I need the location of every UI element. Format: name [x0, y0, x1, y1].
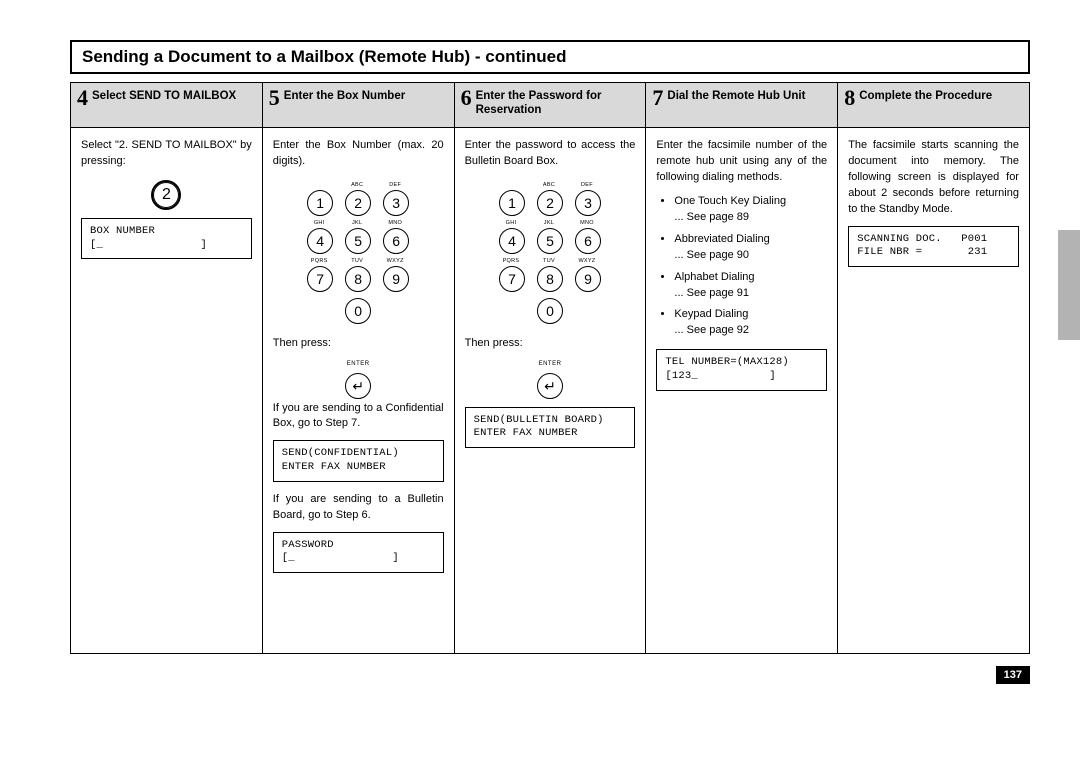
step-header: 7 Dial the Remote Hub Unit — [646, 83, 837, 128]
step-header: 6 Enter the Password for Reservation — [455, 83, 646, 128]
step-5: 5 Enter the Box Number Enter the Box Num… — [263, 82, 455, 654]
step-7: 7 Dial the Remote Hub Unit Enter the fac… — [646, 82, 838, 654]
lcd-display: PASSWORD [_ ] — [273, 532, 444, 573]
step-intro: The facsimile starts scanning the docume… — [848, 138, 1019, 218]
step-number: 5 — [269, 87, 280, 109]
note: If you are sending to a Confi­dential Bo… — [273, 401, 444, 433]
step-number: 6 — [461, 87, 472, 109]
page: Sending a Document to a Mailbox (Remote … — [0, 0, 1080, 714]
title-box: Sending a Document to a Mailbox (Remote … — [70, 40, 1030, 74]
step-header: 4 Select SEND TO MAILBOX — [71, 83, 262, 128]
note: If you are sending to a Bulletin Board, … — [273, 492, 444, 524]
step-4: 4 Select SEND TO MAILBOX Select "2. SEND… — [70, 82, 263, 654]
lcd-display: BOX NUMBER [_ ] — [81, 218, 252, 259]
enter-key-icon: ↵ — [537, 373, 563, 399]
step-title: Enter the Password for Reservation — [476, 89, 638, 118]
lcd-display: SEND(BULLETIN BOARD) ENTER FAX NUMBER — [465, 407, 636, 448]
step-title: Select SEND TO MAILBOX — [92, 89, 236, 103]
enter-key-icon: ↵ — [345, 373, 371, 399]
step-8: 8 Complete the Procedure The facsimile s… — [838, 82, 1030, 654]
step-title: Complete the Procedure — [859, 89, 992, 103]
list-item: Keypad Dialing... See page 92 — [674, 307, 827, 339]
list-item: Alphabet Dialing... See page 91 — [674, 270, 827, 302]
enter-label: ENTER — [465, 360, 636, 369]
step-intro: Enter the password to access the Bulleti… — [465, 138, 636, 170]
step-intro: Enter the Box Number (max. 20 digits). — [273, 138, 444, 170]
lcd-display: SEND(CONFIDENTIAL) ENTER FAX NUMBER — [273, 440, 444, 481]
step-number: 8 — [844, 87, 855, 109]
step-intro: Enter the facsimile number of the remote… — [656, 138, 827, 186]
step-title: Enter the Box Number — [284, 89, 405, 103]
dial-methods-list: One Touch Key Dialing... See page 89 Abb… — [674, 194, 827, 340]
page-title: Sending a Document to a Mailbox (Remote … — [82, 47, 1018, 67]
then-press: Then press: — [465, 336, 636, 352]
keypad-icon: 1 ABC2 DEF3 GHI4 JKL5 MNO6 PQRS7 TUV8 — [304, 182, 412, 328]
step-header: 8 Complete the Procedure — [838, 83, 1029, 128]
footer: 137 — [70, 666, 1030, 684]
step-number: 4 — [77, 87, 88, 109]
step-columns: 4 Select SEND TO MAILBOX Select "2. SEND… — [70, 82, 1030, 654]
step-number: 7 — [652, 87, 663, 109]
list-item: One Touch Key Dialing... See page 89 — [674, 194, 827, 226]
keypad-icon: 1 ABC2 DEF3 GHI4 JKL5 MNO6 PQRS7 TUV8 — [496, 182, 604, 328]
enter-label: ENTER — [273, 360, 444, 369]
list-item: Abbreviated Dialing... See page 90 — [674, 232, 827, 264]
step-intro: Select "2. SEND TO MAILBOX" by pressing: — [81, 138, 252, 170]
side-tab — [1058, 230, 1080, 340]
lcd-display: SCANNING DOC. P001 FILE NBR = 231 — [848, 226, 1019, 267]
step-header: 5 Enter the Box Number — [263, 83, 454, 128]
then-press: Then press: — [273, 336, 444, 352]
step-title: Dial the Remote Hub Unit — [667, 89, 805, 103]
page-number-badge: 137 — [996, 666, 1030, 684]
lcd-display: TEL NUMBER=(MAX128) [123_ ] — [656, 349, 827, 390]
keypad-2-icon: 2 — [151, 180, 181, 210]
step-6: 6 Enter the Password for Reservation Ent… — [455, 82, 647, 654]
